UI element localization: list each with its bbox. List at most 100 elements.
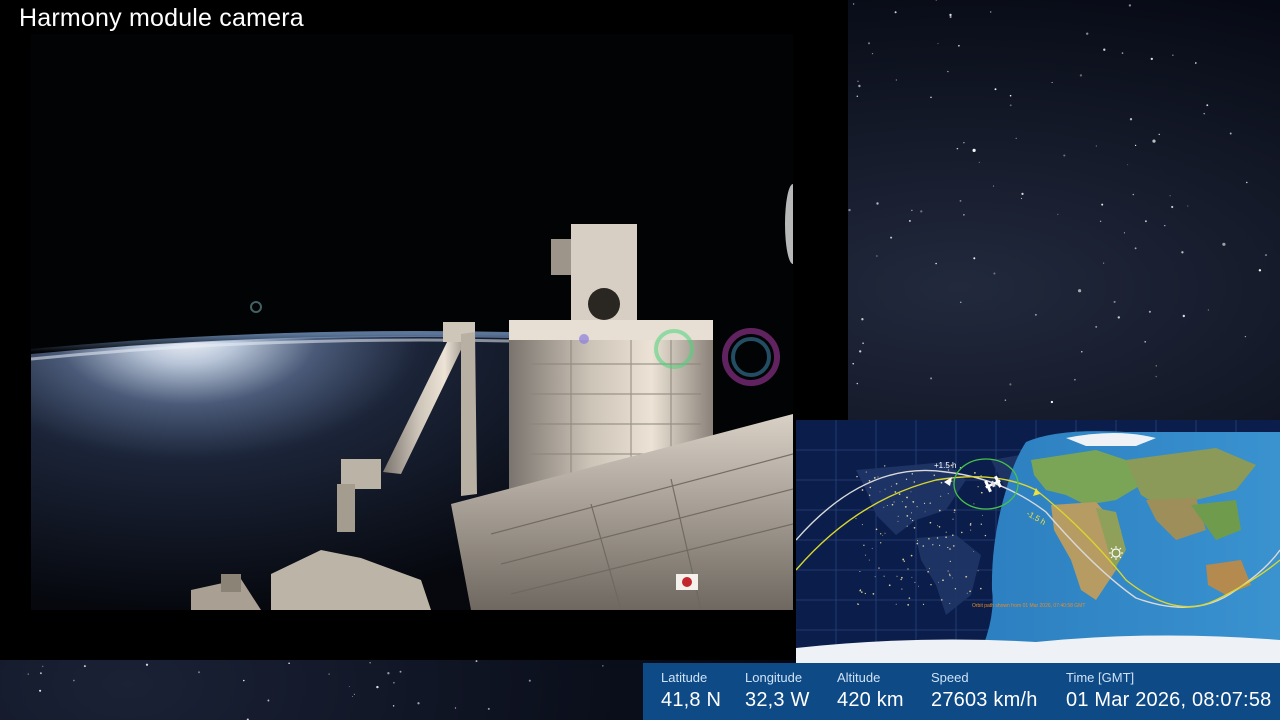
star [73, 679, 75, 682]
star [862, 342, 864, 345]
city-light [907, 604, 910, 606]
star [1182, 314, 1185, 318]
star [1079, 74, 1083, 77]
city-light [861, 489, 864, 491]
city-light [952, 534, 954, 536]
star [871, 52, 874, 55]
city-light [922, 545, 925, 547]
star [1134, 144, 1137, 147]
star [288, 662, 290, 665]
city-light [882, 534, 884, 536]
star [351, 695, 354, 698]
city-light [940, 495, 942, 497]
city-light [909, 518, 912, 520]
star [399, 670, 402, 673]
star [393, 681, 395, 684]
city-light [930, 583, 932, 586]
city-light [916, 506, 918, 508]
star [867, 42, 871, 45]
city-light [893, 501, 895, 503]
star [959, 199, 962, 202]
star [890, 236, 893, 239]
star [960, 301, 962, 303]
star [267, 699, 270, 702]
star [328, 673, 330, 675]
star [876, 202, 879, 205]
city-light [942, 579, 944, 582]
altitude-readout: Altitude 420 km [837, 670, 904, 712]
star [1020, 197, 1023, 200]
city-light [872, 593, 875, 595]
star [956, 147, 959, 150]
star [1074, 378, 1076, 381]
star [1171, 205, 1174, 209]
time-value: 01 Mar 2026, 08:07:58 [1066, 689, 1272, 711]
star [935, 262, 937, 265]
star [972, 148, 976, 152]
star [475, 660, 478, 663]
city-light [864, 554, 866, 556]
speed-readout: Speed 27603 km/h [931, 670, 1038, 712]
city-light [906, 525, 908, 527]
city-light [911, 473, 914, 475]
star [1101, 203, 1104, 206]
altitude-label: Altitude [837, 670, 881, 685]
city-light [861, 524, 863, 526]
star [947, 70, 949, 73]
city-light [928, 537, 930, 540]
star [992, 185, 995, 187]
latitude-readout: Latitude 41,8 N [661, 670, 721, 712]
city-light [901, 576, 903, 579]
city-light [911, 576, 913, 578]
city-light [864, 592, 866, 595]
city-light [884, 488, 886, 490]
star [392, 705, 395, 707]
star [1050, 400, 1054, 404]
city-light [917, 540, 918, 541]
city-light [884, 532, 886, 534]
star [1009, 383, 1012, 386]
city-light [868, 559, 870, 561]
star [39, 689, 42, 692]
city-light [980, 587, 982, 590]
city-light [886, 505, 888, 506]
star [243, 679, 245, 682]
star [1081, 351, 1083, 353]
city-light [905, 478, 908, 480]
star [83, 665, 86, 668]
camera-panel: Harmony module camera [0, 0, 848, 660]
star [1113, 300, 1116, 303]
city-light [857, 603, 859, 605]
city-light [868, 479, 871, 482]
city-light [883, 506, 885, 508]
camera-feed [31, 34, 793, 610]
city-light [890, 485, 892, 487]
city-light [929, 567, 930, 569]
city-light [929, 502, 931, 504]
city-light [874, 576, 876, 578]
city-light [861, 591, 863, 593]
star [858, 84, 861, 88]
city-light [914, 581, 916, 583]
camera-title: Harmony module camera [19, 4, 304, 32]
star [1078, 289, 1082, 293]
star [387, 672, 390, 675]
star [1123, 232, 1125, 234]
city-light [953, 509, 956, 511]
city-light [888, 584, 891, 587]
city-light [949, 602, 951, 604]
star [857, 80, 859, 83]
star [39, 672, 42, 675]
star [376, 685, 379, 689]
city-light [896, 575, 898, 577]
city-light [911, 519, 914, 522]
star [852, 363, 854, 365]
star [1086, 32, 1089, 35]
star [930, 377, 933, 380]
city-light [898, 493, 901, 495]
city-light [859, 570, 861, 573]
star [353, 693, 355, 695]
star [1169, 195, 1171, 197]
star [1063, 154, 1066, 157]
longitude-label: Longitude [745, 670, 803, 685]
